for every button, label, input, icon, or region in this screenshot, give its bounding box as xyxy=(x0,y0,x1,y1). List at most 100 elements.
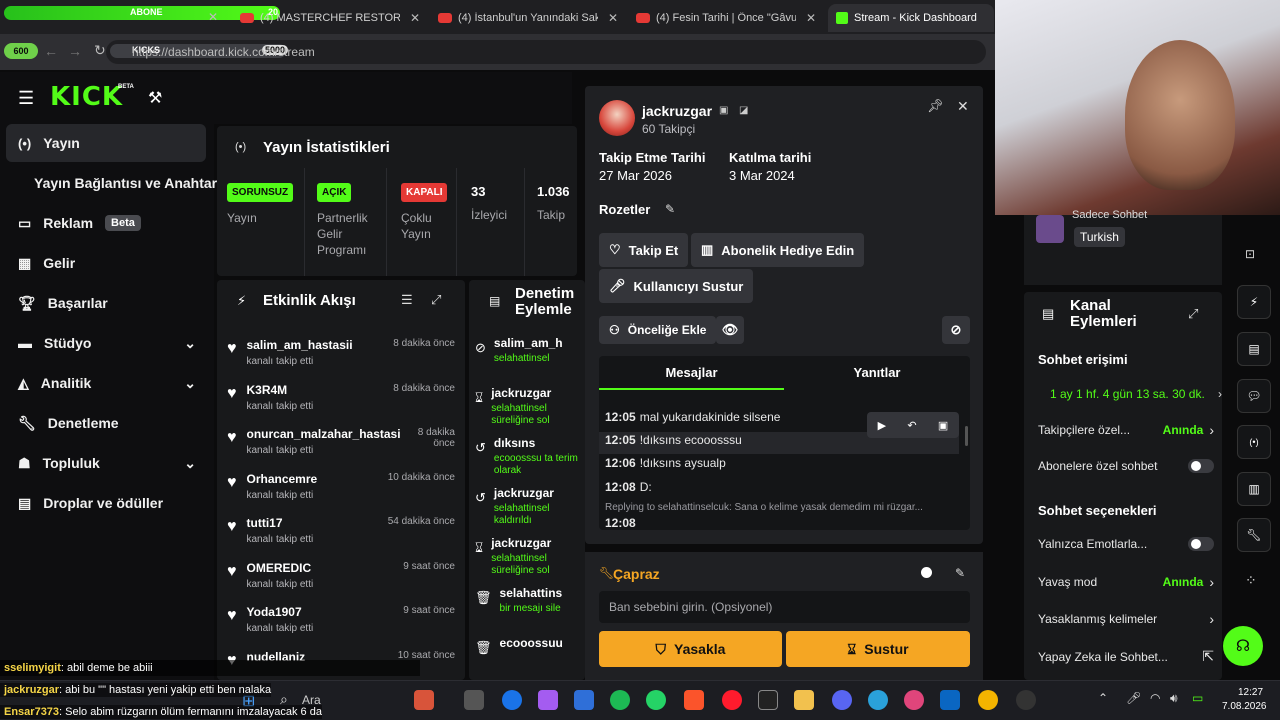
edit-icon[interactable]: ✎ xyxy=(665,202,675,216)
wifi-icon[interactable]: ◠ xyxy=(1150,691,1160,705)
up-arrow-icon[interactable]: ⌃ xyxy=(1098,691,1108,705)
feed-row[interactable]: ♥ Yoda1907 kanalı takip etti 9 saat önce xyxy=(217,597,465,641)
forward-icon[interactable]: → xyxy=(68,43,82,59)
wrench-button[interactable]: 🔧︎ xyxy=(1237,518,1271,552)
telegram-icon[interactable] xyxy=(868,690,888,710)
chrome-icon[interactable] xyxy=(978,690,998,710)
broadcast-button[interactable]: (•) xyxy=(1237,425,1271,459)
sidebar-item-gelir[interactable]: ▦ Gelir xyxy=(6,244,206,282)
moderation-row[interactable]: 🗑︎ ecooossuu xyxy=(469,630,579,674)
popout-icon[interactable]: ⤢ xyxy=(431,292,441,308)
app-icon[interactable] xyxy=(940,690,960,710)
tab-istanbul[interactable]: (4) İstanbul'un Yanındaki Saklı C ✕ xyxy=(430,4,626,32)
whatsapp-icon[interactable] xyxy=(646,690,666,710)
feed-row[interactable]: ♥ salim_am_hastasii kanalı takip etti 8 dak… xyxy=(217,330,465,374)
moderation-row[interactable]: ⊘ salim_am_h selahattinsel xyxy=(469,330,579,374)
copilot-icon[interactable] xyxy=(538,690,558,710)
tab-close-icon[interactable]: ✕ xyxy=(410,11,420,25)
tab-close-icon[interactable]: ✕ xyxy=(608,11,618,25)
moderation-row[interactable]: ⌛︎ jackruzgar selahattinsel süreliğine sol xyxy=(469,380,579,426)
feed-row[interactable]: ♥ K3R4M kanalı takip etti 8 dakika önce xyxy=(217,375,465,419)
moderation-row[interactable]: 🗑︎ selahattins bir mesajı sile xyxy=(469,580,579,624)
follow-button[interactable]: ♡ Takip Et xyxy=(599,233,689,267)
sidebar-item-denetleme[interactable]: 🔧︎ Denetleme xyxy=(6,404,206,442)
support-button[interactable]: ☊ xyxy=(1223,626,1263,666)
hammer-icon[interactable]: ⚒ xyxy=(148,88,162,108)
sidebar-item-reklam[interactable]: ▭ Reklam Beta xyxy=(6,204,206,242)
mic-icon[interactable]: 🎤︎ xyxy=(1126,691,1141,705)
discord-icon[interactable] xyxy=(832,690,852,710)
feed-row[interactable]: ♥ tutti17 kanalı takip etti 54 dakika önce xyxy=(217,508,465,552)
channel-setting-row[interactable]: Yasaklanmış kelimeler › xyxy=(1038,611,1214,627)
block-button[interactable]: ⊘ xyxy=(942,316,970,344)
spotify-icon[interactable] xyxy=(610,690,630,710)
edge-icon[interactable] xyxy=(502,690,522,710)
mute-user-button[interactable]: 🎤︎ Kullanıcıyı Sustur xyxy=(599,269,754,303)
channel-setting-row[interactable]: Takipçilere özel... Anında › xyxy=(1038,422,1214,438)
back-icon[interactable]: ← xyxy=(44,43,58,59)
opera-icon[interactable] xyxy=(722,690,742,710)
tab-fesin[interactable]: (4) Fesin Tarihi | Önce "Gâvur Ba ✕ xyxy=(628,4,824,32)
sidebar-item-analitik[interactable]: ◭ Analitik ⌄ xyxy=(6,364,206,402)
folder-icon[interactable] xyxy=(794,690,814,710)
tab-close-icon[interactable]: ✕ xyxy=(806,11,816,25)
sidebar-item-topluluk[interactable]: ☗ Topluluk ⌄ xyxy=(6,444,206,482)
scrollbar[interactable] xyxy=(965,426,968,446)
moderation-row[interactable]: ↺ dıksıns ecooosssu ta terim olarak xyxy=(469,430,579,476)
channel-setting-row[interactable]: Yalnızca Emotlarla... xyxy=(1038,537,1214,551)
toggle-switch[interactable] xyxy=(1188,459,1214,473)
ban-button[interactable]: ⛉ Yasakla xyxy=(599,631,782,667)
sidebar-item-droplar[interactable]: ▤ Droplar ve ödüller xyxy=(6,484,206,522)
mute-button[interactable]: ⌛︎ Sustur xyxy=(786,631,970,667)
avatar[interactable] xyxy=(599,100,635,136)
sidebar-item-yayin[interactable]: (•) Yayın xyxy=(6,124,206,162)
add-priority-button[interactable]: ⚇ Önceliğe Ekle xyxy=(599,316,717,344)
channel-setting-row[interactable]: Yapay Zeka ile Sohbet... ⇱ xyxy=(1038,648,1214,665)
apps-icon[interactable]: ⁘ xyxy=(1245,572,1257,589)
gift-sub-button[interactable]: ▥ Abonelik Hediye Edin xyxy=(691,233,865,267)
obs-icon[interactable] xyxy=(1016,690,1036,710)
channel-setting-row[interactable]: Abonelere özel sohbet xyxy=(1038,459,1214,473)
sidebar-item-basarilar[interactable]: 🏆︎ Başarılar xyxy=(6,284,206,322)
popout-icon[interactable]: ⤢ xyxy=(1188,306,1198,322)
pin-icon[interactable]: 📌︎ xyxy=(927,98,944,114)
ban-reason-input[interactable]: Ban sebebini girin. (Opsiyonel) xyxy=(599,591,970,623)
edit-icon[interactable]: ✎ xyxy=(955,566,965,580)
tab-kick-dashboard[interactable]: Stream - Kick Dashboard xyxy=(828,4,994,32)
app-icon[interactable] xyxy=(904,690,924,710)
chat-access-value[interactable]: 1 ay 1 hf. 4 gün 13 sa. 30 dk. xyxy=(1050,387,1205,401)
feed-row[interactable]: ♥ Orhancemre kanalı takip etti 10 dakika ön… xyxy=(217,464,465,508)
channel-setting-row[interactable]: Yavaş mod Anında › xyxy=(1038,574,1214,590)
menu-icon[interactable]: ☰ xyxy=(18,88,34,109)
volume-icon[interactable]: 🔊︎ xyxy=(1170,691,1178,706)
app-icon[interactable] xyxy=(574,690,594,710)
lightning-button[interactable]: ⚡︎ xyxy=(1237,285,1271,319)
tab-close-icon[interactable]: ✕ xyxy=(208,10,218,24)
eye-button[interactable]: 👁︎ xyxy=(716,316,744,344)
kick-logo[interactable]: KICK xyxy=(50,82,123,112)
tab-masterchef[interactable]: (4) MASTERCHEF RESTORANLA ✕ xyxy=(232,4,428,32)
play-icon[interactable]: ▶ xyxy=(878,419,886,432)
reload-icon[interactable]: ↻ xyxy=(94,42,106,59)
feed-row[interactable]: ♥ onurcan_malzahar_hastasi kanalı takip et… xyxy=(217,419,465,463)
chat-button[interactable]: 💬︎ xyxy=(1237,379,1271,413)
app-icon[interactable] xyxy=(414,690,434,710)
moderation-row[interactable]: ↺ jackruzgar selahattinsel kaldırıldı xyxy=(469,480,579,526)
undo-icon[interactable]: ↶ xyxy=(907,419,916,432)
app-icon[interactable] xyxy=(758,690,778,710)
sidebar-item-yayin-baglantisi[interactable]: Yayın Bağlantısı ve Anahtarı xyxy=(6,164,221,202)
copy-icon[interactable]: ▣ xyxy=(719,105,728,116)
tab-messages[interactable]: Mesajlar xyxy=(599,356,784,390)
copy-icon[interactable]: ▣ xyxy=(938,419,948,432)
external-icon[interactable]: ◪ xyxy=(739,105,748,116)
moderation-row[interactable]: ⌛︎ jackruzgar selahattinsel süreliğine sol xyxy=(469,530,579,576)
close-icon[interactable]: ✕ xyxy=(957,98,969,115)
document-button[interactable]: ▤ xyxy=(1237,332,1271,366)
feed-row[interactable]: ♥ OMEREDIC kanalı takip etti 9 saat önce xyxy=(217,553,465,597)
toggle-switch[interactable] xyxy=(1188,537,1214,551)
sidebar-item-studyo[interactable]: ▬ Stüdyo ⌄ xyxy=(6,324,206,362)
channel-button[interactable]: ▥ xyxy=(1237,472,1271,506)
filter-icon[interactable]: ☰ xyxy=(401,292,413,308)
camera-settings-icon[interactable]: ⊡ xyxy=(1245,247,1255,261)
taskview-icon[interactable] xyxy=(464,690,484,710)
